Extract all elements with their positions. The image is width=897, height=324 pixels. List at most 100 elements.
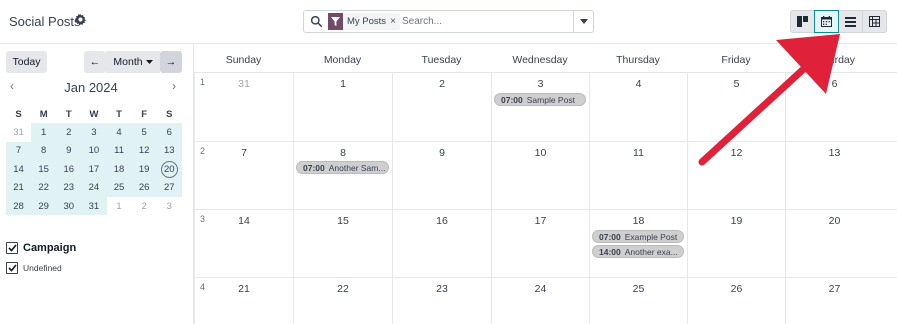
weekday-saturday: Saturday	[812, 54, 856, 66]
calendar-event[interactable]: 07:00 Example Post	[592, 230, 684, 243]
kanban-view-button[interactable]	[790, 10, 815, 33]
mini-day[interactable]: 30	[56, 196, 82, 216]
mini-day[interactable]: 16	[56, 160, 82, 179]
mini-day[interactable]: 12	[131, 141, 157, 161]
gear-icon[interactable]	[75, 14, 86, 25]
day-cell[interactable]: 24	[491, 278, 589, 324]
day-cell[interactable]: 19	[687, 210, 785, 277]
day-cell[interactable]: 11	[589, 142, 687, 209]
mini-day[interactable]: 23	[56, 178, 82, 197]
mini-day[interactable]: 7	[6, 141, 32, 161]
day-cell[interactable]: 16	[392, 210, 491, 277]
day-cell[interactable]: 31	[194, 73, 293, 141]
search-options-toggle[interactable]	[573, 11, 593, 32]
mini-day[interactable]: 31	[6, 123, 31, 141]
previous-period-button[interactable]: ←	[84, 51, 106, 73]
calendar-event[interactable]: 07:00 Sample Post	[494, 93, 586, 106]
mini-day[interactable]: 1	[31, 123, 57, 142]
day-cell[interactable]: 18 07:00 Example Post 14:00 Another exa...	[589, 210, 687, 277]
mini-day[interactable]: 27	[156, 178, 182, 197]
mini-day[interactable]: 18	[106, 160, 132, 179]
mini-day[interactable]: 28	[6, 196, 32, 216]
mini-next-month-button[interactable]: ›	[172, 79, 176, 93]
calendar-sidebar: Today ← Month → ‹ Jan 2024 › S M T W T F…	[0, 44, 190, 324]
day-cell[interactable]: 8 07:00 Another Sam...	[293, 142, 392, 209]
day-cell[interactable]: 12	[687, 142, 785, 209]
day-cell[interactable]: 22	[293, 278, 392, 324]
day-cell[interactable]: 3 07:00 Sample Post	[491, 73, 589, 141]
day-cell[interactable]: 10	[491, 142, 589, 209]
day-cell[interactable]: 17	[491, 210, 589, 277]
day-cell[interactable]: 14	[194, 210, 293, 277]
mini-day[interactable]: 4	[106, 123, 132, 142]
day-number: 20	[828, 215, 841, 227]
mini-day-today[interactable]: 20	[156, 160, 182, 179]
mini-day[interactable]: 31	[81, 196, 107, 216]
day-cell[interactable]: 4	[589, 73, 687, 141]
calendar-event[interactable]: 07:00 Another Sam...	[296, 161, 389, 174]
mini-day[interactable]: 25	[106, 178, 132, 197]
checkbox[interactable]	[6, 262, 18, 274]
mini-day[interactable]: 14	[6, 160, 32, 179]
next-period-button[interactable]: →	[160, 51, 182, 73]
mini-day[interactable]: 29	[31, 196, 57, 216]
day-cell[interactable]: 23	[392, 278, 491, 324]
mini-day[interactable]: 5	[131, 123, 157, 142]
filter-group-label: Campaign	[23, 242, 77, 254]
pivot-view-button[interactable]	[862, 10, 887, 33]
mini-day[interactable]: 24	[81, 178, 107, 197]
mini-day[interactable]: 15	[31, 160, 57, 179]
mini-day[interactable]: 19	[131, 160, 157, 179]
mini-day[interactable]: 6	[156, 123, 182, 142]
list-icon	[845, 16, 856, 27]
calendar-view-button[interactable]	[814, 10, 839, 33]
day-cell[interactable]: 13	[785, 142, 883, 209]
day-cell[interactable]: 7	[194, 142, 293, 209]
mini-day[interactable]: 8	[31, 141, 57, 161]
day-number: 1	[340, 78, 346, 90]
mini-day[interactable]: 17	[81, 160, 107, 179]
filter-group-campaign[interactable]: Campaign	[6, 242, 76, 254]
search-bar[interactable]: My Posts ×	[303, 10, 594, 33]
day-cell[interactable]: 15	[293, 210, 392, 277]
mini-day[interactable]: 9	[56, 141, 82, 161]
mini-day[interactable]: 22	[31, 178, 57, 197]
list-view-button[interactable]	[838, 10, 863, 33]
day-number: 18	[632, 215, 645, 227]
day-cell[interactable]: 21	[194, 278, 293, 324]
mini-day[interactable]: 26	[131, 178, 157, 197]
day-cell[interactable]: 26	[687, 278, 785, 324]
day-cell[interactable]: 6	[785, 73, 883, 141]
day-cell[interactable]: 27	[785, 278, 883, 324]
day-number: 21	[238, 283, 250, 295]
mini-day[interactable]: 13	[156, 141, 182, 161]
scale-dropdown[interactable]: Month	[106, 51, 160, 73]
today-button[interactable]: Today	[6, 51, 47, 73]
mini-day[interactable]: 11	[106, 141, 132, 161]
day-number: 19	[730, 215, 743, 227]
calendar-week: 1 31 1 2 3 07:00 Sample Post 4 5 6	[194, 73, 897, 142]
mini-day[interactable]: 10	[81, 141, 107, 161]
day-cell[interactable]: 1	[293, 73, 392, 141]
day-cell[interactable]: 2	[392, 73, 491, 141]
checkbox[interactable]	[6, 242, 18, 254]
mini-day[interactable]: 2	[132, 197, 157, 215]
mini-day[interactable]: 3	[81, 123, 107, 142]
day-cell[interactable]: 5	[687, 73, 785, 141]
mini-day[interactable]: 21	[6, 178, 32, 197]
calendar-week: 4 21 22 23 24 25 26 27	[194, 278, 897, 324]
search-input[interactable]	[402, 13, 572, 30]
event-title: Example Post	[624, 232, 678, 242]
mini-day[interactable]: 3	[157, 197, 182, 215]
calendar-event[interactable]: 14:00 Another exa...	[592, 245, 684, 258]
remove-facet-icon[interactable]: ×	[390, 16, 400, 27]
search-icon[interactable]	[310, 15, 323, 28]
pivot-table-icon	[869, 16, 880, 27]
filter-item-undefined[interactable]: Undefined	[6, 262, 62, 274]
day-number: 27	[828, 283, 841, 295]
day-cell[interactable]: 9	[392, 142, 491, 209]
mini-day[interactable]: 1	[107, 197, 132, 215]
mini-day[interactable]: 2	[56, 123, 82, 142]
day-cell[interactable]: 25	[589, 278, 687, 324]
day-cell[interactable]: 20	[785, 210, 883, 277]
